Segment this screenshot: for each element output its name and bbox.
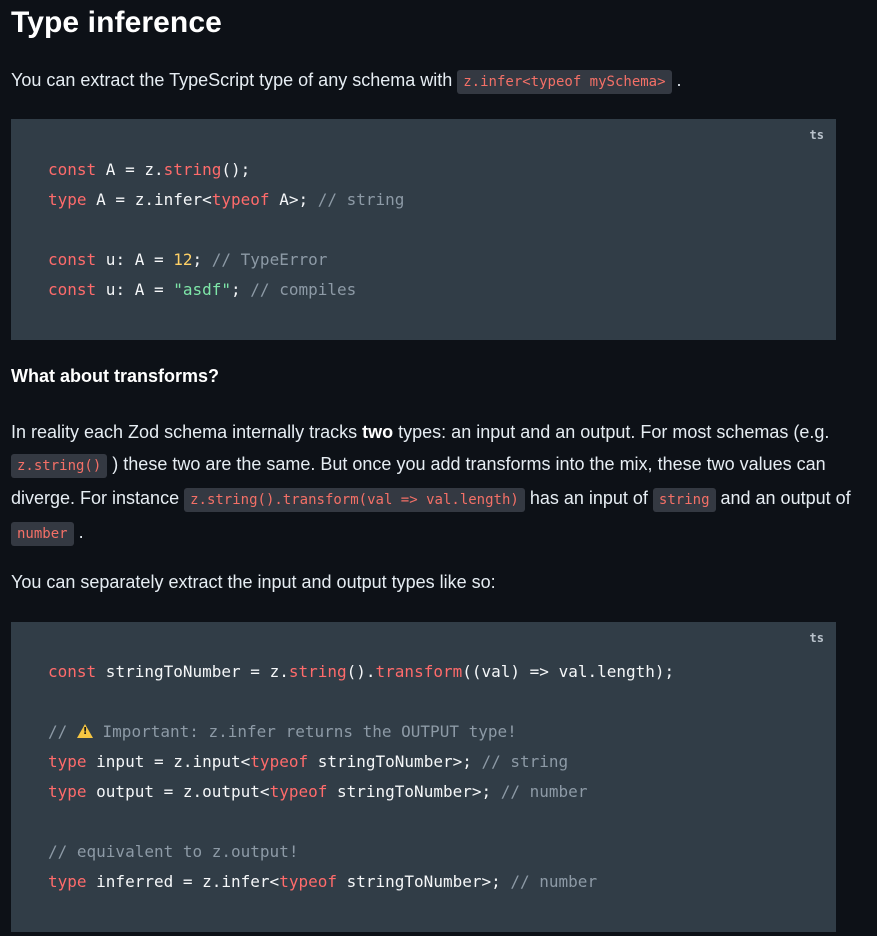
intro-text-end: . [671,70,682,90]
extract-paragraph: You can separately extract the input and… [11,572,496,592]
code-token: ((val) => val.length); [462,662,675,681]
code-token: (). [346,662,376,681]
code-token: inferred = z.infer< [86,872,280,891]
code-token: stringToNumber>; [308,752,482,771]
code-token: u: A = [96,280,174,299]
code-token: A>; [269,190,318,209]
code-line: type output = z.output<typeof stringToNu… [48,777,674,807]
code-token: ; [231,280,251,299]
code-token: // string [481,752,569,771]
code-language-label: ts [809,128,824,142]
code-token: // equivalent to z.output! [48,842,299,861]
code-token: typeof [279,872,337,891]
code-line: // Important: z.infer returns the OUTPUT… [48,717,674,747]
code-token: type [48,752,87,771]
code-token: type [48,872,87,891]
code-token: A = z.infer< [86,190,212,209]
intro-text: You can extract the TypeScript type of a… [11,70,458,90]
code-token: // TypeError [211,250,328,269]
code-token: const [48,280,97,299]
inline-code-string: string [652,488,716,512]
code-token: // compiles [250,280,357,299]
bold-two: two [362,422,394,442]
text-span: types: an input and an output. For most … [393,422,830,442]
code-token: typeof [250,752,309,771]
text-span: . [73,522,84,542]
page-title: Type inference [11,6,222,39]
code-token: 12 [173,250,193,269]
code-line: const u: A = "asdf"; // compiles [48,275,404,305]
code-language-label: ts [809,631,824,645]
text-span: In reality each Zod schema internally tr… [11,422,363,442]
section-heading-transforms: What about transforms? [11,366,220,386]
doc-page: Type inference You can extract the TypeS… [0,0,877,936]
code-lines: const A = z.string(); type A = z.infer<ty… [48,155,404,305]
code-token: (); [221,160,251,179]
code-token: u: A = [96,250,174,269]
code-token: stringToNumber>; [336,872,511,891]
code-token: // number [510,872,598,891]
code-token: // string [317,190,405,209]
code-token: typeof [269,782,328,801]
code-token: ; [192,250,212,269]
inline-code-infer: z.infer<typeof mySchema> [457,70,672,94]
code-line: const A = z.string(); [48,155,404,185]
code-line: type inferred = z.infer<typeof stringToN… [48,867,674,897]
code-token: string [163,160,222,179]
code-token: // [48,722,77,741]
code-block-input-output[interactable]: ts const stringToNumber = z.string().tra… [11,622,836,932]
code-lines: const stringToNumber = z.string().transf… [48,657,674,897]
inline-code-number: number [11,522,74,546]
code-token: const [48,662,97,681]
code-token: // number [500,782,588,801]
text-span: has an input of [524,488,653,508]
code-token: transform [375,662,463,681]
code-line: const u: A = 12; // TypeError [48,245,404,275]
code-token: Important: z.infer returns the OUTPUT ty… [92,722,517,741]
code-token: A = z. [96,160,164,179]
code-token: type [48,190,87,209]
intro-paragraph: You can extract the TypeScript type of a… [11,64,851,98]
code-token: input = z.input< [86,752,251,771]
code-line: const stringToNumber = z.string().transf… [48,657,674,687]
code-line: // equivalent to z.output! [48,837,674,867]
inline-code-transform: z.string().transform(val => val.length) [184,488,525,512]
code-token: const [48,160,97,179]
code-block-type-inference[interactable]: ts const A = z.string(); type A = z.infer… [11,119,836,340]
code-token: "asdf" [173,280,232,299]
code-line: type input = z.input<typeof stringToNumb… [48,747,674,777]
code-token: stringToNumber>; [327,782,501,801]
code-token: type [48,782,87,801]
text-span: and an output of [715,488,851,508]
code-token: output = z.output< [86,782,270,801]
code-line: type A = z.infer<typeof A>; // string [48,185,404,215]
inline-code-zstring: z.string() [11,454,108,478]
code-token: string [288,662,347,681]
code-token: stringToNumber = z. [96,662,289,681]
code-token: const [48,250,97,269]
transforms-paragraph: In reality each Zod schema internally tr… [11,416,861,550]
code-token: typeof [211,190,270,209]
warning-triangle-icon [76,724,93,738]
